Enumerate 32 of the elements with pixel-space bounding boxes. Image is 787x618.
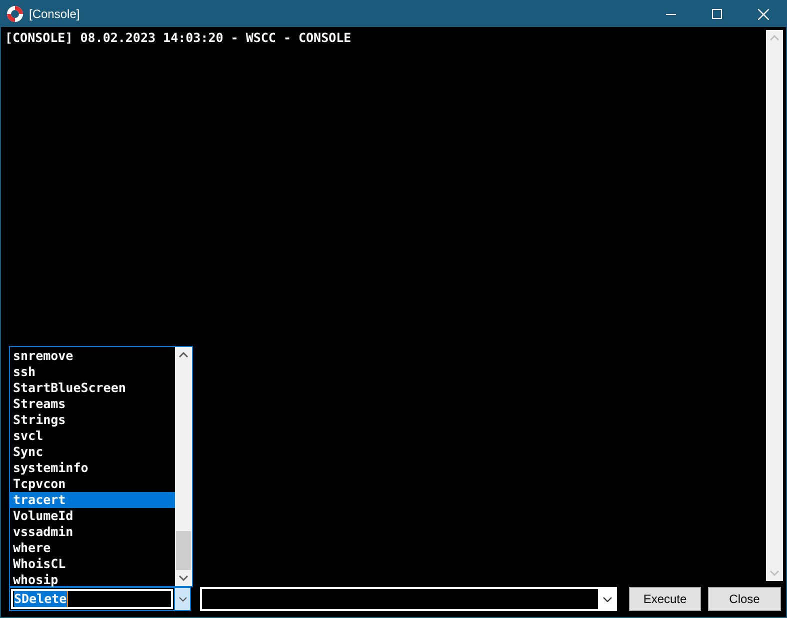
arguments-combo[interactable] xyxy=(200,587,617,611)
dropdown-button[interactable] xyxy=(174,588,190,610)
scroll-thumb[interactable] xyxy=(176,531,191,570)
window-title: [Console] xyxy=(29,6,80,23)
list-item[interactable]: Streams xyxy=(10,396,175,412)
list-item[interactable]: Strings xyxy=(10,412,175,428)
list-item[interactable]: svcl xyxy=(10,428,175,444)
lifebuoy-icon xyxy=(7,6,23,22)
close-icon xyxy=(758,8,768,20)
scroll-down-icon[interactable] xyxy=(179,575,188,581)
list-item[interactable]: ssh xyxy=(10,364,175,380)
console-line: [CONSOLE] 08.02.2023 14:03:20 - WSCC - CONSOLE xyxy=(5,30,352,46)
close-button[interactable]: Close xyxy=(708,587,781,611)
list-scrollbar[interactable] xyxy=(175,347,192,586)
list-item[interactable]: Tcpvcon xyxy=(10,476,175,492)
list-item[interactable]: where xyxy=(10,540,175,556)
chevron-down-icon xyxy=(603,596,612,602)
command-input[interactable]: SDelete xyxy=(11,589,174,609)
list-item[interactable]: snremove xyxy=(10,348,175,364)
scroll-up-icon[interactable] xyxy=(179,352,188,358)
list-item[interactable]: tracert xyxy=(10,492,175,508)
list-item[interactable]: systeminfo xyxy=(10,460,175,476)
list-item[interactable]: whosip xyxy=(10,572,175,588)
list-item[interactable]: VolumeId xyxy=(10,508,175,524)
selected-text: SDelete xyxy=(14,591,67,607)
list-item[interactable]: vssadmin xyxy=(10,524,175,540)
list-item[interactable]: StartBlueScreen xyxy=(10,380,175,396)
execute-button[interactable]: Execute xyxy=(629,587,701,611)
list-item[interactable]: WhoisCL xyxy=(10,556,175,572)
maximize-icon xyxy=(712,9,722,19)
chevron-down-icon xyxy=(178,596,187,602)
list-item[interactable]: Sync xyxy=(10,444,175,460)
